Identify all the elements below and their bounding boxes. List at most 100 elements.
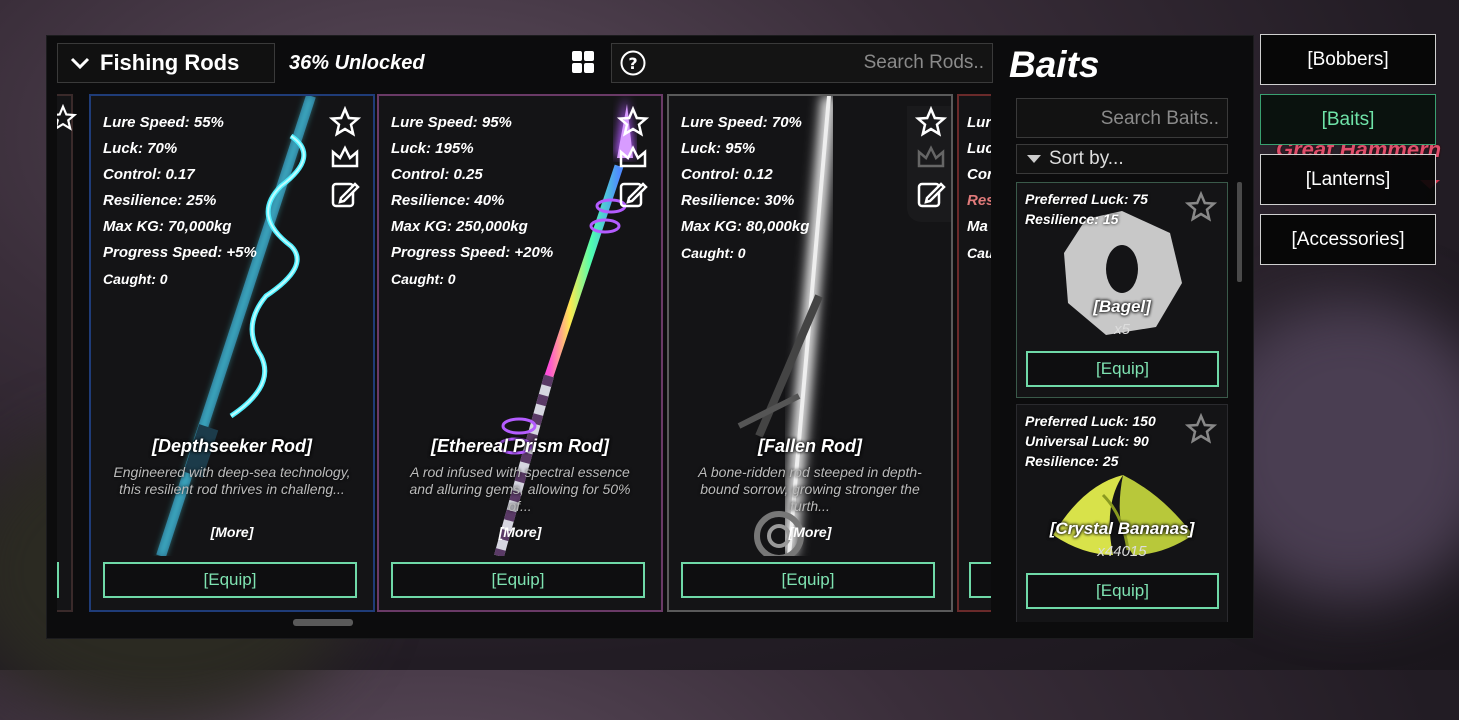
stat-line: Resilience: 15 [1025,211,1119,227]
rod-stats: Lure Speed: 55% Luck: 70% Control: 0.17 … [103,110,257,292]
star-icon[interactable] [329,106,361,138]
max-kg: Ma [967,218,988,235]
bait-stats: Preferred Luck: 75 Resilience: 15 [1025,189,1148,229]
caught-count: Caught: 0 [103,271,168,287]
star-icon[interactable] [1185,413,1217,445]
star-icon[interactable] [915,106,947,138]
rod-description: Engineered with deep-sea technology, thi… [113,464,351,497]
bait-quantity: x5 [1114,321,1130,338]
resilience: Res [967,192,991,209]
luck: Luc [967,140,991,157]
rod-name: [Depthseeker Rod] [151,436,313,456]
stat-line: Resilience: 25 [1025,453,1119,469]
more-link[interactable]: [More] [91,524,373,540]
equip-button[interactable]: [Equip] [1026,573,1219,609]
tab-accessories[interactable]: [Accessories] [1260,214,1436,265]
inventory-panel: Fishing Rods 36% Unlocked ? Search Rods.… [47,36,1253,638]
stat-line: Preferred Luck: 75 [1025,191,1148,207]
vertical-scrollbar[interactable] [1237,182,1242,282]
sort-label: Sort by... [1049,148,1124,169]
lure-speed: Lure Speed: 70% [681,114,802,131]
more-link[interactable]: [More] [669,524,951,540]
rod-actions [329,106,361,214]
equip-button[interactable]: [Equip] [681,562,935,598]
control: Control: 0.17 [103,166,195,183]
rod-name: [Ethereal Prism Rod] [430,436,610,456]
max-kg: Max KG: 70,000kg [103,218,232,235]
more-link[interactable]: [More] [379,524,661,540]
rod-card[interactable]: Lure Speed: 95% Luck: 195% Control: 0.25… [377,94,663,612]
rod-card-partial-right[interactable]: Lur Luc Cor Res Ma Cau [957,94,991,612]
star-icon[interactable] [57,104,77,132]
rods-header: Fishing Rods 36% Unlocked ? Search Rods.… [57,43,993,83]
rod-card[interactable]: Lure Speed: 55% Luck: 70% Control: 0.17 … [89,94,375,612]
progress-speed: Progress Speed: +20% [391,244,554,261]
bait-card[interactable]: Preferred Luck: 75 Resilience: 15 [Bagel… [1016,182,1228,398]
caught-count: Caught: 0 [391,271,456,287]
edit-icon[interactable] [915,178,947,210]
star-icon[interactable] [617,106,649,138]
resilience: Resilience: 30% [681,192,795,209]
bait-name: [Bagel] [1093,297,1151,316]
category-tabs: [Bobbers] [Baits] [Lanterns] [Accessorie… [1260,34,1436,274]
lure-speed: Lure Speed: 55% [103,114,224,131]
progress-speed: Progress Speed: +5% [103,244,257,261]
bait-quantity: x44015 [1097,543,1147,560]
control: Control: 0.25 [391,166,483,183]
help-icon[interactable]: ? [620,50,646,76]
tab-baits[interactable]: [Baits] [1260,94,1436,145]
search-rods-placeholder: Search Rods.. [863,52,984,73]
sort-dropdown[interactable]: Sort by... [1016,144,1228,174]
edit-icon[interactable] [329,178,361,210]
search-baits-placeholder: Search Baits.. [1100,108,1219,129]
svg-text:?: ? [628,54,637,73]
bait-stats: Preferred Luck: 150 Universal Luck: 90 R… [1025,411,1156,471]
crown-icon[interactable] [915,142,947,174]
lure-speed: Lur [967,114,991,131]
lure-speed: Lure Speed: 95% [391,114,512,131]
edit-icon[interactable] [617,178,649,210]
search-baits-input[interactable]: Search Baits.. [1016,98,1228,138]
rods-carousel[interactable]: Lure Speed: 55% Luck: 70% Control: 0.17 … [57,94,991,614]
rod-card[interactable]: Lure Speed: 70% Luck: 95% Control: 0.12 … [667,94,953,612]
rod-stats: Lure Speed: 95% Luck: 195% Control: 0.25… [391,110,553,292]
crown-icon[interactable] [329,142,361,174]
grid-view-icon[interactable] [571,50,595,74]
baits-section: Baits Search Baits.. Sort by... Preferre… [1001,36,1253,638]
search-rods-input[interactable]: ? Search Rods.. [611,43,993,83]
equip-button[interactable]: [Equip] [1026,351,1219,387]
rod-actions [617,106,649,214]
unlocked-percent: 36% Unlocked [289,52,425,74]
equip-button[interactable]: [Equip] [391,562,645,598]
stat-line: Universal Luck: 90 [1025,433,1149,449]
rod-name: [Fallen Rod] [758,436,862,456]
equip-button[interactable]: [Equip] [103,562,357,598]
baits-title: Baits [1009,44,1100,85]
triangle-down-icon [1027,155,1041,163]
rod-description: A rod infused with spectral essence and … [409,464,631,514]
rod-card-partial-left [57,94,73,612]
luck: Luck: 95% [681,140,756,157]
crown-icon[interactable] [617,142,649,174]
rod-description: A bone-ridden rod steeped in depth-bound… [698,464,922,514]
star-icon[interactable] [1185,191,1217,223]
bait-card[interactable]: Preferred Luck: 150 Universal Luck: 90 R… [1016,404,1228,622]
rods-section: Fishing Rods 36% Unlocked ? Search Rods.… [47,36,1001,638]
bait-name: [Crystal Bananas] [1049,519,1195,538]
chevron-down-icon [70,57,90,70]
equip-button[interactable] [57,562,59,598]
horizontal-scrollbar[interactable] [293,619,353,626]
baits-list[interactable]: Preferred Luck: 75 Resilience: 15 [Bagel… [1016,182,1228,622]
resilience: Resilience: 40% [391,192,505,209]
rod-stats: Lur Luc Cor Res Ma Cau [967,110,991,266]
stat-line: Preferred Luck: 150 [1025,413,1156,429]
tab-bobbers[interactable]: [Bobbers] [1260,34,1436,85]
luck: Luck: 195% [391,140,474,157]
equip-button[interactable] [969,562,991,598]
max-kg: Max KG: 250,000kg [391,218,528,235]
category-dropdown[interactable]: Fishing Rods [57,43,275,83]
caught-count: Caught: 0 [681,245,746,261]
tab-lanterns[interactable]: [Lanterns] [1260,154,1436,205]
resilience: Resilience: 25% [103,192,217,209]
max-kg: Max KG: 80,000kg [681,218,810,235]
